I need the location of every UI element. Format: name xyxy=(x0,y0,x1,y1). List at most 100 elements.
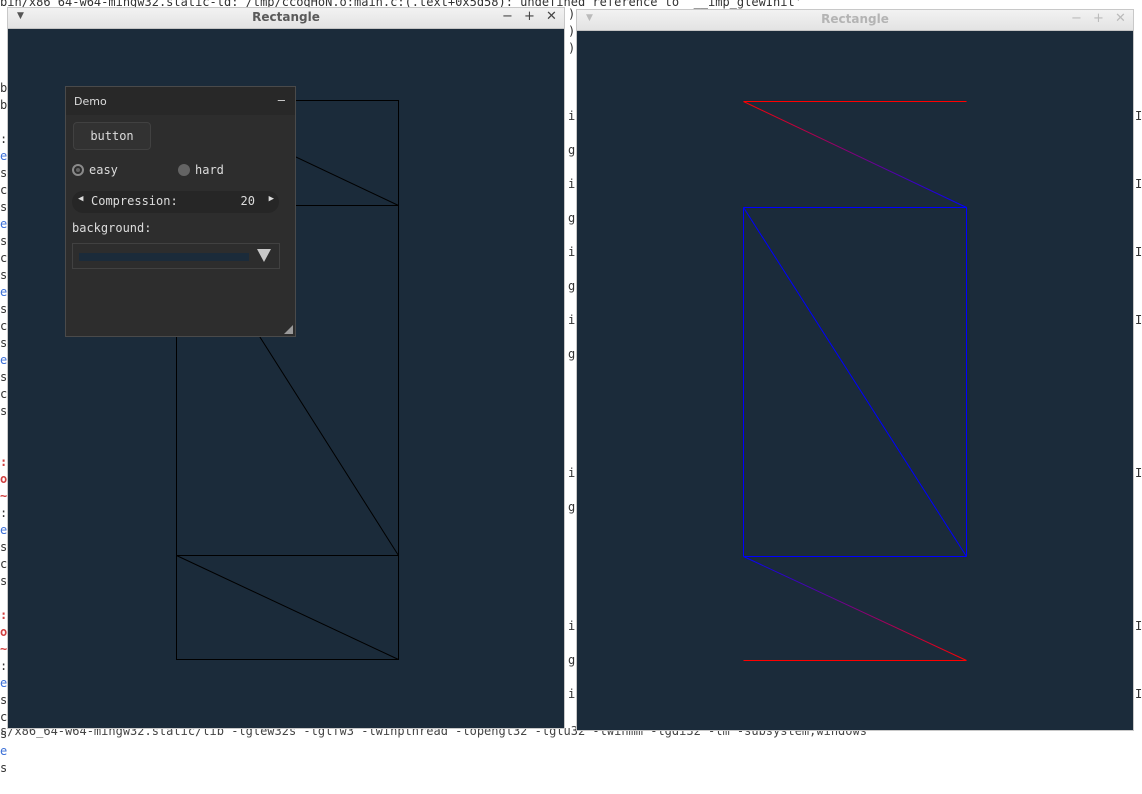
terminal-glyph xyxy=(568,414,576,431)
terminal-glyph: i xyxy=(568,109,576,123)
terminal-glyph: i xyxy=(568,466,576,480)
radio-easy-indicator[interactable] xyxy=(72,164,84,176)
terminal-glyph xyxy=(1135,210,1142,227)
terminal-glyph: I xyxy=(1135,109,1142,123)
terminal-glyph: g xyxy=(568,143,576,157)
background-label: background: xyxy=(72,221,152,235)
terminal-glyph xyxy=(568,159,576,176)
terminal-glyph: I xyxy=(1135,177,1142,191)
terminal-glyph xyxy=(568,635,576,652)
terminal-glyph xyxy=(568,550,576,567)
terminal-glyph: i xyxy=(568,177,576,191)
terminal-glyph xyxy=(1135,431,1142,448)
terminal-glyph: g xyxy=(568,211,576,225)
terminal-glyph: i xyxy=(568,687,576,701)
terminal-glyph xyxy=(0,777,8,794)
terminal-glyph xyxy=(568,703,576,720)
terminal-glyph xyxy=(568,380,576,397)
terminal-glyph xyxy=(568,57,576,74)
terminal-glyph xyxy=(1135,125,1142,142)
background-color-combo[interactable] xyxy=(72,243,280,269)
terminal-glyph xyxy=(1135,516,1142,533)
terminal-glyph: I xyxy=(1135,466,1142,480)
terminal-glyph xyxy=(568,567,576,584)
increment-arrow-icon[interactable]: ▶ xyxy=(269,194,274,204)
background-color-swatch xyxy=(79,253,249,261)
terminal-glyph: g xyxy=(568,500,576,514)
bottom-triangle-diagonal xyxy=(176,555,399,660)
terminal-glyph xyxy=(1135,397,1142,414)
terminal-glyph xyxy=(1135,652,1142,669)
terminal-glyph xyxy=(1135,142,1142,159)
right-rectangle-window[interactable]: ▼ Rectangle − + ✕ xyxy=(576,9,1134,731)
terminal-glyph: s xyxy=(0,761,8,775)
terminal-glyph xyxy=(1135,448,1142,465)
terminal-glyph xyxy=(568,397,576,414)
terminal-glyph xyxy=(568,329,576,346)
terminal-glyph: g xyxy=(568,279,576,293)
terminal-glyph xyxy=(568,448,576,465)
terminal-glyph xyxy=(1135,635,1142,652)
terminal-glyph xyxy=(1135,278,1142,295)
terminal-glyph xyxy=(1135,414,1142,431)
terminal-glyph xyxy=(1135,23,1142,40)
compression-label: Compression: xyxy=(91,194,178,208)
right-render-canvas xyxy=(743,101,967,661)
terminal-glyph: i xyxy=(568,313,576,327)
terminal-glyph: i xyxy=(568,619,576,633)
terminal-glyph xyxy=(568,91,576,108)
terminal-glyph xyxy=(1135,380,1142,397)
terminal-glyph xyxy=(568,125,576,142)
terminal-glyph xyxy=(568,533,576,550)
terminal-glyph xyxy=(568,295,576,312)
demo-panel-title: Demo xyxy=(74,95,107,108)
terminal-glyph xyxy=(568,669,576,686)
demo-minimize-button[interactable]: – xyxy=(278,93,285,107)
terminal-glyph xyxy=(1135,363,1142,380)
terminal-glyph xyxy=(1135,346,1142,363)
terminal-glyph: I xyxy=(1135,245,1142,259)
terminal-glyph xyxy=(568,363,576,380)
top-triangle-diagonal xyxy=(743,101,967,208)
demo-panel[interactable]: Demo – button easy hard ◀ Compression: 2… xyxy=(65,86,296,337)
compression-value[interactable]: 20 xyxy=(241,194,255,208)
demo-button[interactable]: button xyxy=(73,122,151,150)
terminal-glyph xyxy=(1135,601,1142,618)
terminal-glyph xyxy=(1135,329,1142,346)
terminal-middle-column: ))) i g i g i g i g i g i g i xyxy=(568,6,576,720)
terminal-glyph xyxy=(568,74,576,91)
middle-triangle-diagonal xyxy=(743,207,967,557)
terminal-glyph xyxy=(1135,227,1142,244)
terminal-glyph: ) xyxy=(568,24,576,38)
terminal-glyph: I xyxy=(1135,313,1142,327)
terminal-glyph xyxy=(568,227,576,244)
terminal-glyph xyxy=(1135,533,1142,550)
dropdown-triangle-icon[interactable] xyxy=(257,249,271,262)
left-rectangle-window[interactable]: ▼ Rectangle − + ✕ Demo – button easy har… xyxy=(7,7,565,729)
terminal-glyph xyxy=(1135,6,1142,23)
terminal-glyph xyxy=(568,601,576,618)
terminal-glyph: I xyxy=(1135,687,1142,701)
terminal-glyph xyxy=(1135,295,1142,312)
terminal-glyph xyxy=(568,261,576,278)
terminal-glyph xyxy=(1135,499,1142,516)
terminal-glyph xyxy=(568,482,576,499)
terminal-glyph xyxy=(1135,57,1142,74)
radio-easy-label: easy xyxy=(89,163,118,177)
resize-handle-icon[interactable] xyxy=(284,325,293,334)
terminal-right-column: I I I I I I I xyxy=(1135,6,1142,720)
terminal-glyph xyxy=(568,431,576,448)
terminal-glyph xyxy=(568,193,576,210)
demo-panel-header[interactable]: Demo – xyxy=(66,87,295,115)
compression-property[interactable]: ◀ Compression: 20 ▶ xyxy=(72,191,279,213)
terminal-glyph xyxy=(1135,703,1142,720)
terminal-glyph xyxy=(568,516,576,533)
terminal-glyph xyxy=(1135,74,1142,91)
terminal-glyph xyxy=(1135,584,1142,601)
terminal-glyph: g xyxy=(568,653,576,667)
decrement-arrow-icon[interactable]: ◀ xyxy=(78,194,83,204)
radio-hard-indicator[interactable] xyxy=(178,164,190,176)
terminal-glyph xyxy=(1135,193,1142,210)
terminal-glyph xyxy=(1135,261,1142,278)
terminal-glyph: I xyxy=(1135,619,1142,633)
